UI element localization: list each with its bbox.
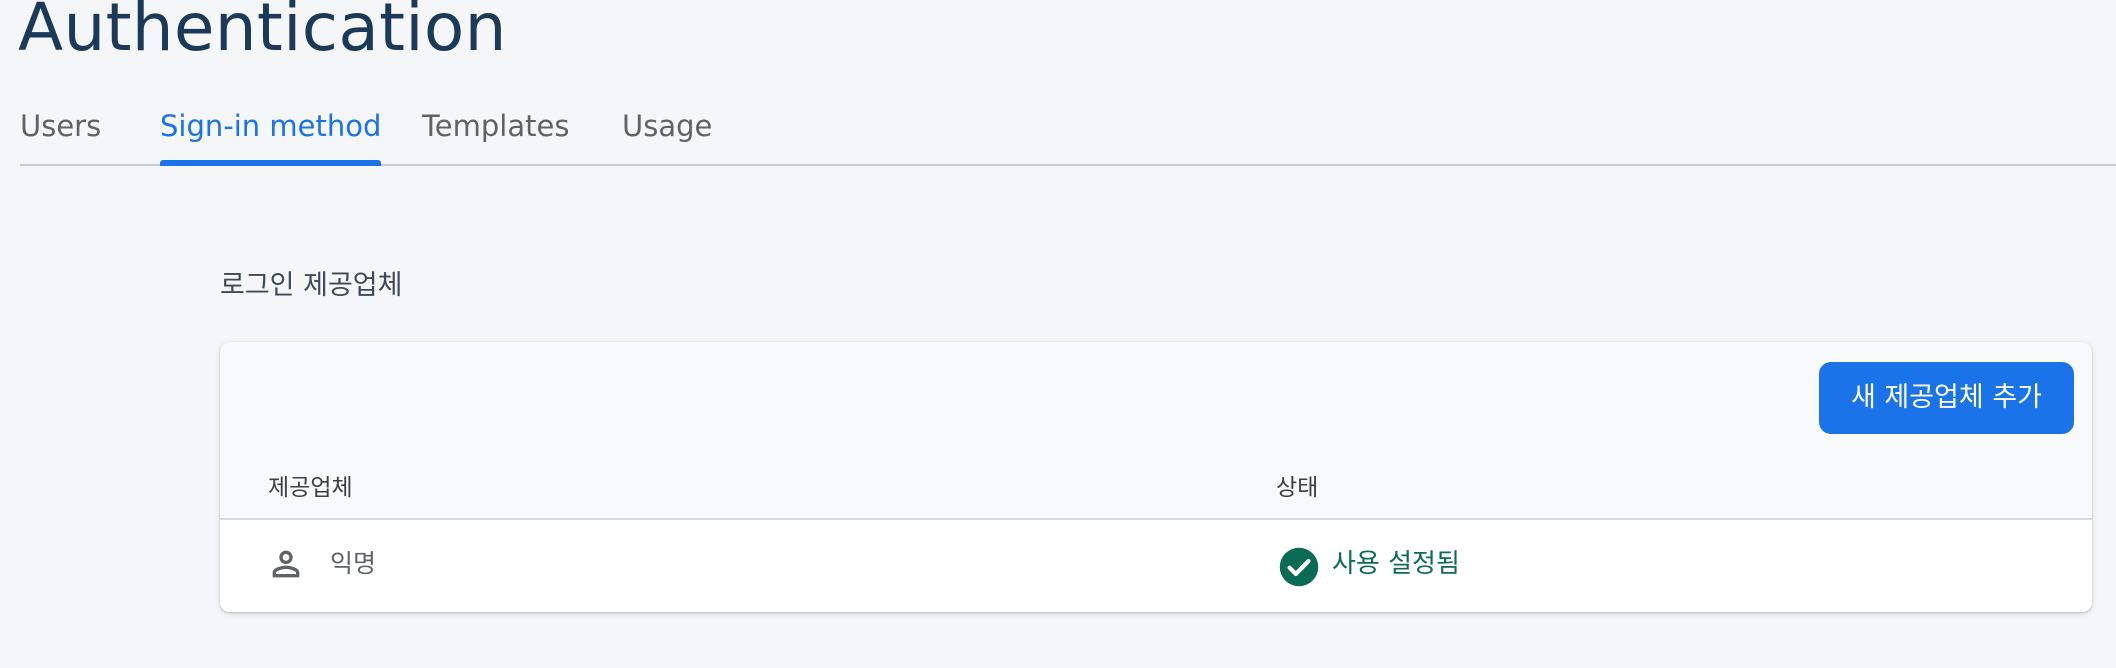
provider-name: 익명 <box>330 549 377 578</box>
check-circle-icon <box>1279 547 1319 587</box>
table-row[interactable]: 익명 사용 설정됨 <box>220 520 2092 612</box>
tab-sign-in-method[interactable]: Sign-in method <box>160 104 382 166</box>
tab-users[interactable]: Users <box>20 104 101 162</box>
table-header: 제공업체 상태 <box>220 462 2092 520</box>
providers-card: 새 제공업체 추가 제공업체 상태 익명 사용 설정됨 <box>220 342 2092 612</box>
tab-usage[interactable]: Usage <box>622 104 712 162</box>
section-title: 로그인 제공업체 <box>220 270 403 301</box>
column-header-provider: 제공업체 <box>268 475 353 501</box>
tab-bar: Users Sign-in method Templates Usage <box>20 104 2116 166</box>
person-outline-icon <box>272 550 300 578</box>
tab-templates[interactable]: Templates <box>422 104 569 162</box>
page-title: Authentication <box>18 0 507 66</box>
column-header-status: 상태 <box>1276 475 1319 501</box>
status-text: 사용 설정됨 <box>1332 549 1460 579</box>
add-provider-button[interactable]: 새 제공업체 추가 <box>1818 362 2074 434</box>
